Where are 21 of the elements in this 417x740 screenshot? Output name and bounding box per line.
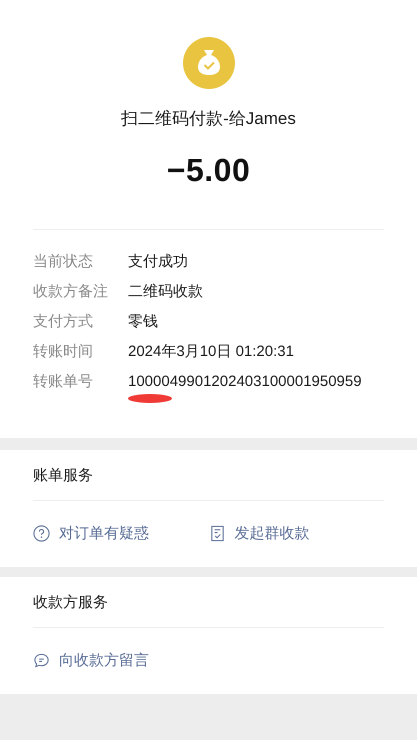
detail-value: 零钱 bbox=[128, 312, 158, 332]
section-title: 账单服务 bbox=[33, 450, 384, 501]
detail-label: 收款方备注 bbox=[33, 282, 109, 302]
chat-bubble-icon bbox=[33, 652, 50, 669]
document-check-icon bbox=[208, 525, 226, 542]
service-link[interactable]: 发起群收款 bbox=[208, 524, 384, 543]
money-bag-check-icon bbox=[182, 37, 234, 89]
detail-value: 二维码收款 bbox=[128, 282, 203, 302]
detail-label: 当前状态 bbox=[33, 252, 94, 272]
section-title: 收款方服务 bbox=[33, 577, 384, 628]
service-link[interactable]: 向收款方留言 bbox=[33, 651, 218, 670]
payment-title: 扫二维码付款-给James bbox=[121, 108, 296, 130]
service-link[interactable]: 对订单有疑惑 bbox=[33, 524, 208, 543]
payment-amount: −5.00 bbox=[166, 152, 250, 189]
detail-label: 转账单号 bbox=[33, 372, 94, 392]
detail-label: 支付方式 bbox=[33, 312, 94, 332]
detail-value: 2024年3月10日 01:20:31 bbox=[128, 342, 294, 362]
question-icon bbox=[33, 525, 50, 542]
detail-value: 支付成功 bbox=[128, 252, 188, 272]
detail-value: 1000049901202403100001950959 bbox=[128, 372, 362, 392]
detail-label: 转账时间 bbox=[33, 342, 94, 362]
